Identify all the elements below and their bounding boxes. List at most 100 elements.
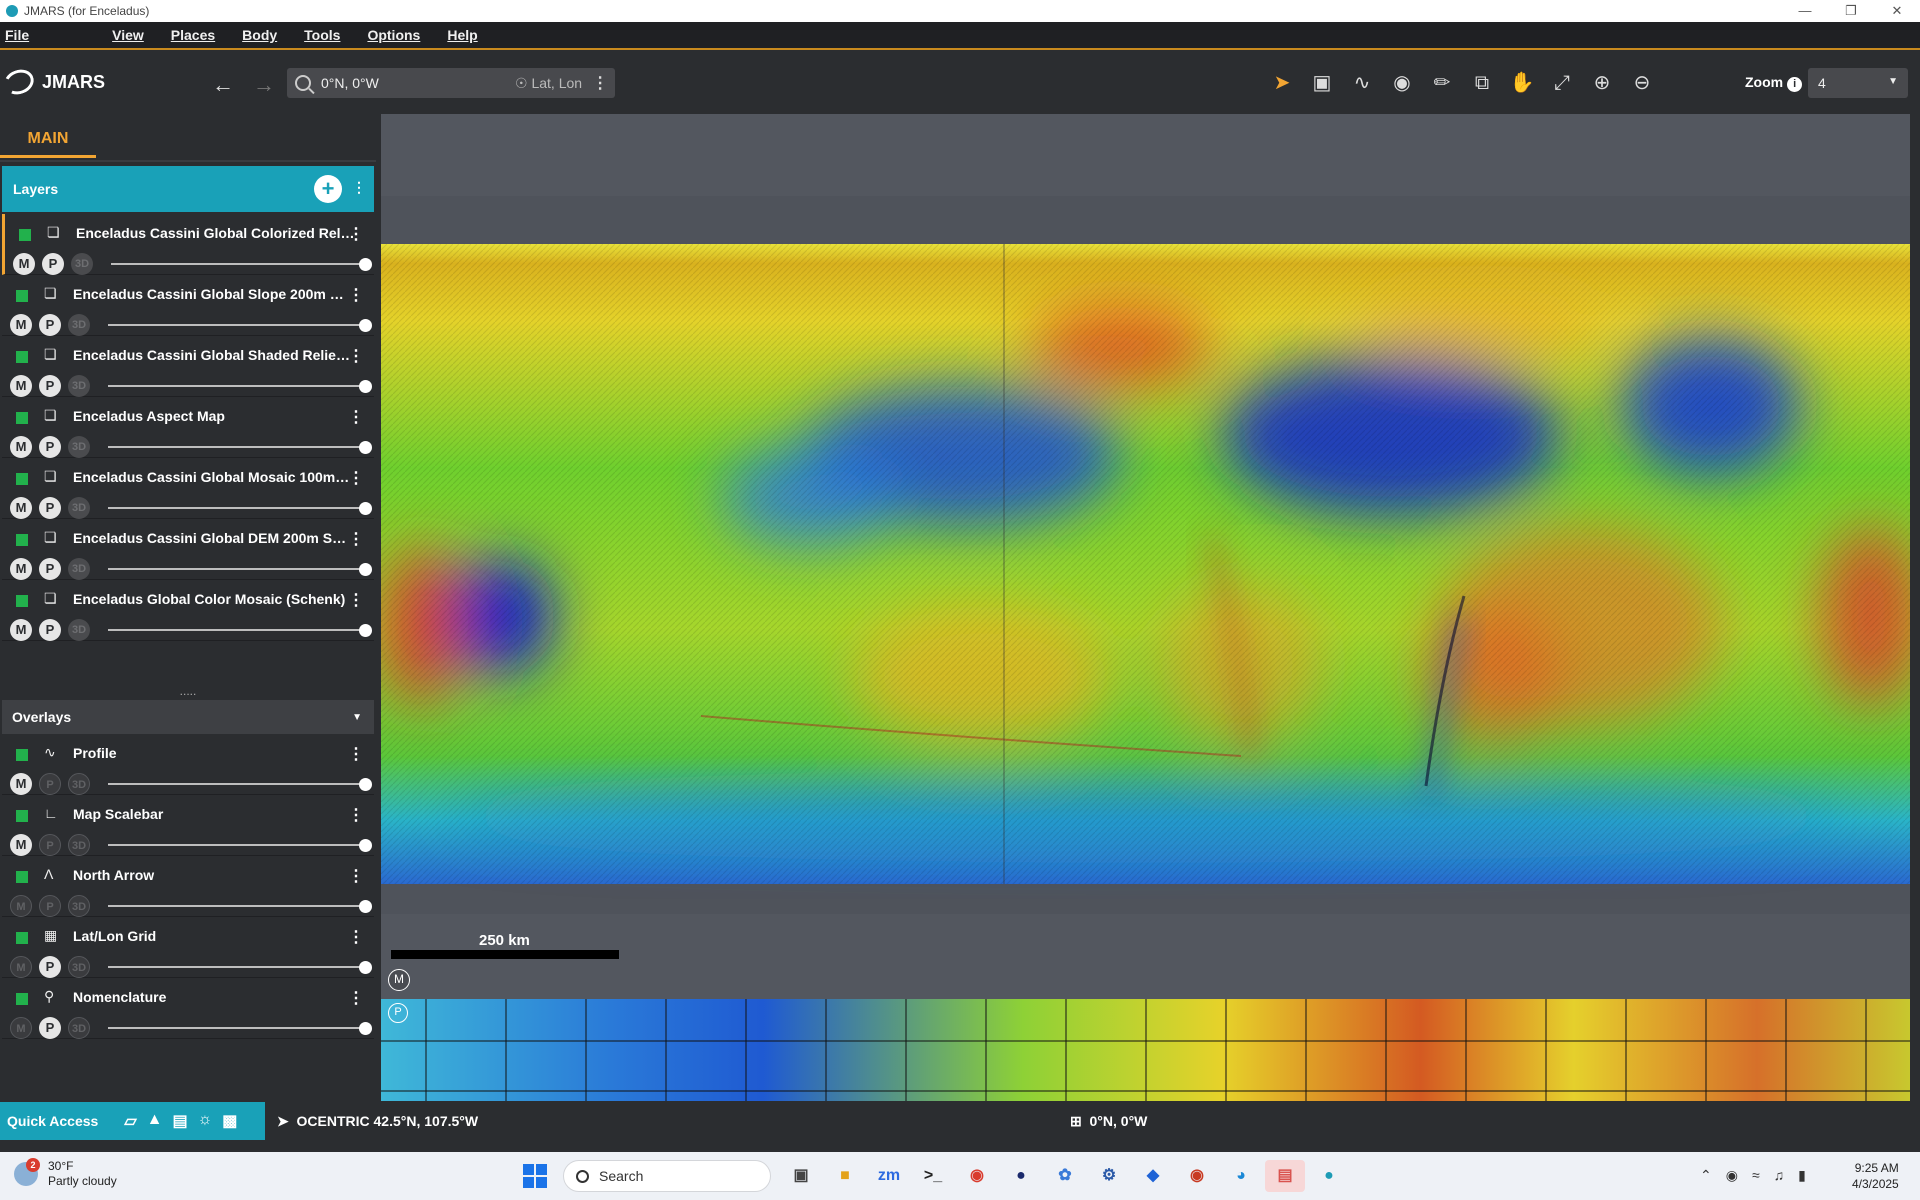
panel-splitter[interactable]: ..... <box>2 685 374 698</box>
chrome-icon[interactable]: ◉ <box>957 1160 997 1192</box>
opacity-slider-handle[interactable] <box>359 900 372 913</box>
main-view-toggle[interactable]: M <box>10 436 32 458</box>
back-arrow-icon[interactable]: ← <box>212 72 234 98</box>
visibility-checkbox[interactable] <box>16 993 28 1005</box>
overlay-options-icon[interactable]: ⋮ <box>348 805 364 825</box>
opacity-slider-handle[interactable] <box>359 778 372 791</box>
layer-row[interactable]: ❏ Enceladus Cassini Global DEM 200m Sche… <box>2 519 374 580</box>
clock[interactable]: 9:25 AM 4/3/2025 <box>1852 1160 1899 1192</box>
layer-options-icon[interactable]: ⋮ <box>348 468 364 488</box>
visibility-checkbox[interactable] <box>16 534 28 546</box>
layer-options-icon[interactable]: ⋮ <box>348 590 364 610</box>
panner-toggle[interactable]: P <box>39 619 61 641</box>
app-icon[interactable]: ● <box>1001 1160 1041 1192</box>
layer-row[interactable]: ❏ Enceladus Cassini Global Colorized Rel… <box>2 214 374 275</box>
notepad-icon[interactable]: ▤ <box>1265 1160 1305 1192</box>
panner-toggle[interactable]: P <box>39 1017 61 1039</box>
menu-places[interactable]: Places <box>171 27 215 43</box>
opacity-slider-track[interactable] <box>108 324 360 326</box>
overlay-options-icon[interactable]: ⋮ <box>348 744 364 764</box>
main-view-toggle[interactable]: M <box>10 314 32 336</box>
opacity-slider-handle[interactable] <box>359 961 372 974</box>
opacity-slider-track[interactable] <box>108 568 360 570</box>
latlon-mode[interactable]: ☉ Lat, Lon <box>515 75 582 92</box>
chevron-up-icon[interactable]: ⌃ <box>1700 1167 1712 1184</box>
visibility-checkbox[interactable] <box>19 229 31 241</box>
forward-arrow-icon[interactable]: → <box>253 72 275 98</box>
opacity-slider-handle[interactable] <box>359 319 372 332</box>
menu-body[interactable]: Body <box>242 27 277 43</box>
app-icon[interactable]: ✿ <box>1045 1160 1085 1192</box>
chrome-icon[interactable]: ◉ <box>1177 1160 1217 1192</box>
main-view-toggle[interactable]: M <box>10 619 32 641</box>
info-icon[interactable]: i <box>1787 77 1803 92</box>
menu-file[interactable]: File <box>5 27 29 43</box>
main-view-toggle[interactable]: M <box>10 558 32 580</box>
opacity-slider-track[interactable] <box>108 844 360 846</box>
overlays-header[interactable]: Overlays ▼ <box>2 700 374 734</box>
visibility-checkbox[interactable] <box>16 290 28 302</box>
menu-tools[interactable]: Tools <box>304 27 340 43</box>
opacity-slider-track[interactable] <box>108 507 360 509</box>
menu-options[interactable]: Options <box>367 27 420 43</box>
layer-options-icon[interactable]: ⋮ <box>348 407 364 427</box>
document-icon[interactable]: ▤ <box>172 1111 187 1131</box>
opacity-slider-handle[interactable] <box>359 258 372 271</box>
ruler-icon[interactable]: ✏ <box>1422 68 1462 98</box>
minimize-button[interactable]: — <box>1782 0 1828 22</box>
main-view-toggle[interactable]: M <box>10 375 32 397</box>
opacity-slider-track[interactable] <box>111 263 363 265</box>
main-view-toggle[interactable]: M <box>10 1017 32 1039</box>
overlay-options-icon[interactable]: ⋮ <box>348 927 364 947</box>
visibility-checkbox[interactable] <box>16 351 28 363</box>
opacity-slider-track[interactable] <box>108 966 360 968</box>
layer-row[interactable]: ❏ Enceladus Aspect Map ⋮ M P 3D <box>2 397 374 458</box>
panner-toggle[interactable]: P <box>39 436 61 458</box>
opacity-slider-handle[interactable] <box>359 1022 372 1035</box>
opacity-slider-handle[interactable] <box>359 563 372 576</box>
main-view-toggle[interactable]: M <box>10 956 32 978</box>
overlay-row[interactable]: ∟ Map Scalebar ⋮ M P 3D <box>2 795 374 856</box>
panner-toggle[interactable]: P <box>39 558 61 580</box>
opacity-slider-handle[interactable] <box>359 624 372 637</box>
zoom-app-icon[interactable]: zm <box>869 1160 909 1192</box>
opacity-slider-track[interactable] <box>108 629 360 631</box>
select-pointer-icon[interactable]: ➤ <box>1262 68 1302 98</box>
panner-view[interactable] <box>381 999 1910 1101</box>
visibility-checkbox[interactable] <box>16 473 28 485</box>
opacity-slider-track[interactable] <box>108 446 360 448</box>
map-view[interactable]: 250 km M ..... <box>381 114 1910 1101</box>
main-view-toggle[interactable]: M <box>10 773 32 795</box>
selection-box-icon[interactable]: ▣ <box>1302 68 1342 98</box>
windows-start-icon[interactable] <box>523 1164 547 1188</box>
zoom-in-icon[interactable]: ⊕ <box>1582 68 1622 98</box>
opacity-slider-handle[interactable] <box>359 502 372 515</box>
visibility-checkbox[interactable] <box>16 871 28 883</box>
restore-button[interactable]: ❐ <box>1828 0 1874 22</box>
profile-chart-icon[interactable]: ∿ <box>1342 68 1382 98</box>
app-tray-icon[interactable]: ◉ <box>1726 1167 1738 1184</box>
3d-toggle[interactable]: 3D <box>71 253 93 275</box>
layer-row[interactable]: ❏ Enceladus Cassini Global Shaded Relief… <box>2 336 374 397</box>
menu-help[interactable]: Help <box>447 27 477 43</box>
3d-toggle[interactable]: 3D <box>68 497 90 519</box>
app-icon[interactable]: ◆ <box>1133 1160 1173 1192</box>
layer-row[interactable]: ❏ Enceladus Cassini Global Slope 200m Sc… <box>2 275 374 336</box>
file-explorer-icon[interactable]: ■ <box>825 1160 865 1192</box>
layer-row[interactable]: ❏ Enceladus Cassini Global Mosaic 100m S… <box>2 458 374 519</box>
opacity-slider-handle[interactable] <box>359 441 372 454</box>
close-button[interactable]: ✕ <box>1874 0 1920 22</box>
layer-options-icon[interactable]: ⋮ <box>348 224 364 244</box>
search-options-icon[interactable]: ⋮ <box>592 73 608 93</box>
3d-toggle[interactable]: 3D <box>68 558 90 580</box>
zoom-out-icon[interactable]: ⊖ <box>1622 68 1662 98</box>
edge-icon[interactable]: ◕ <box>1221 1160 1261 1192</box>
jmars-taskbar-icon[interactable]: ● <box>1309 1160 1349 1192</box>
eye-icon[interactable]: ◉ <box>1382 68 1422 98</box>
location-search-input[interactable] <box>321 75 511 91</box>
opacity-slider-handle[interactable] <box>359 839 372 852</box>
panner-toggle[interactable]: P <box>39 497 61 519</box>
layer-options-icon[interactable]: ⋮ <box>348 346 364 366</box>
terminal-icon[interactable]: >_ <box>913 1160 953 1192</box>
fit-extent-icon[interactable]: ⤢ <box>1542 68 1582 98</box>
